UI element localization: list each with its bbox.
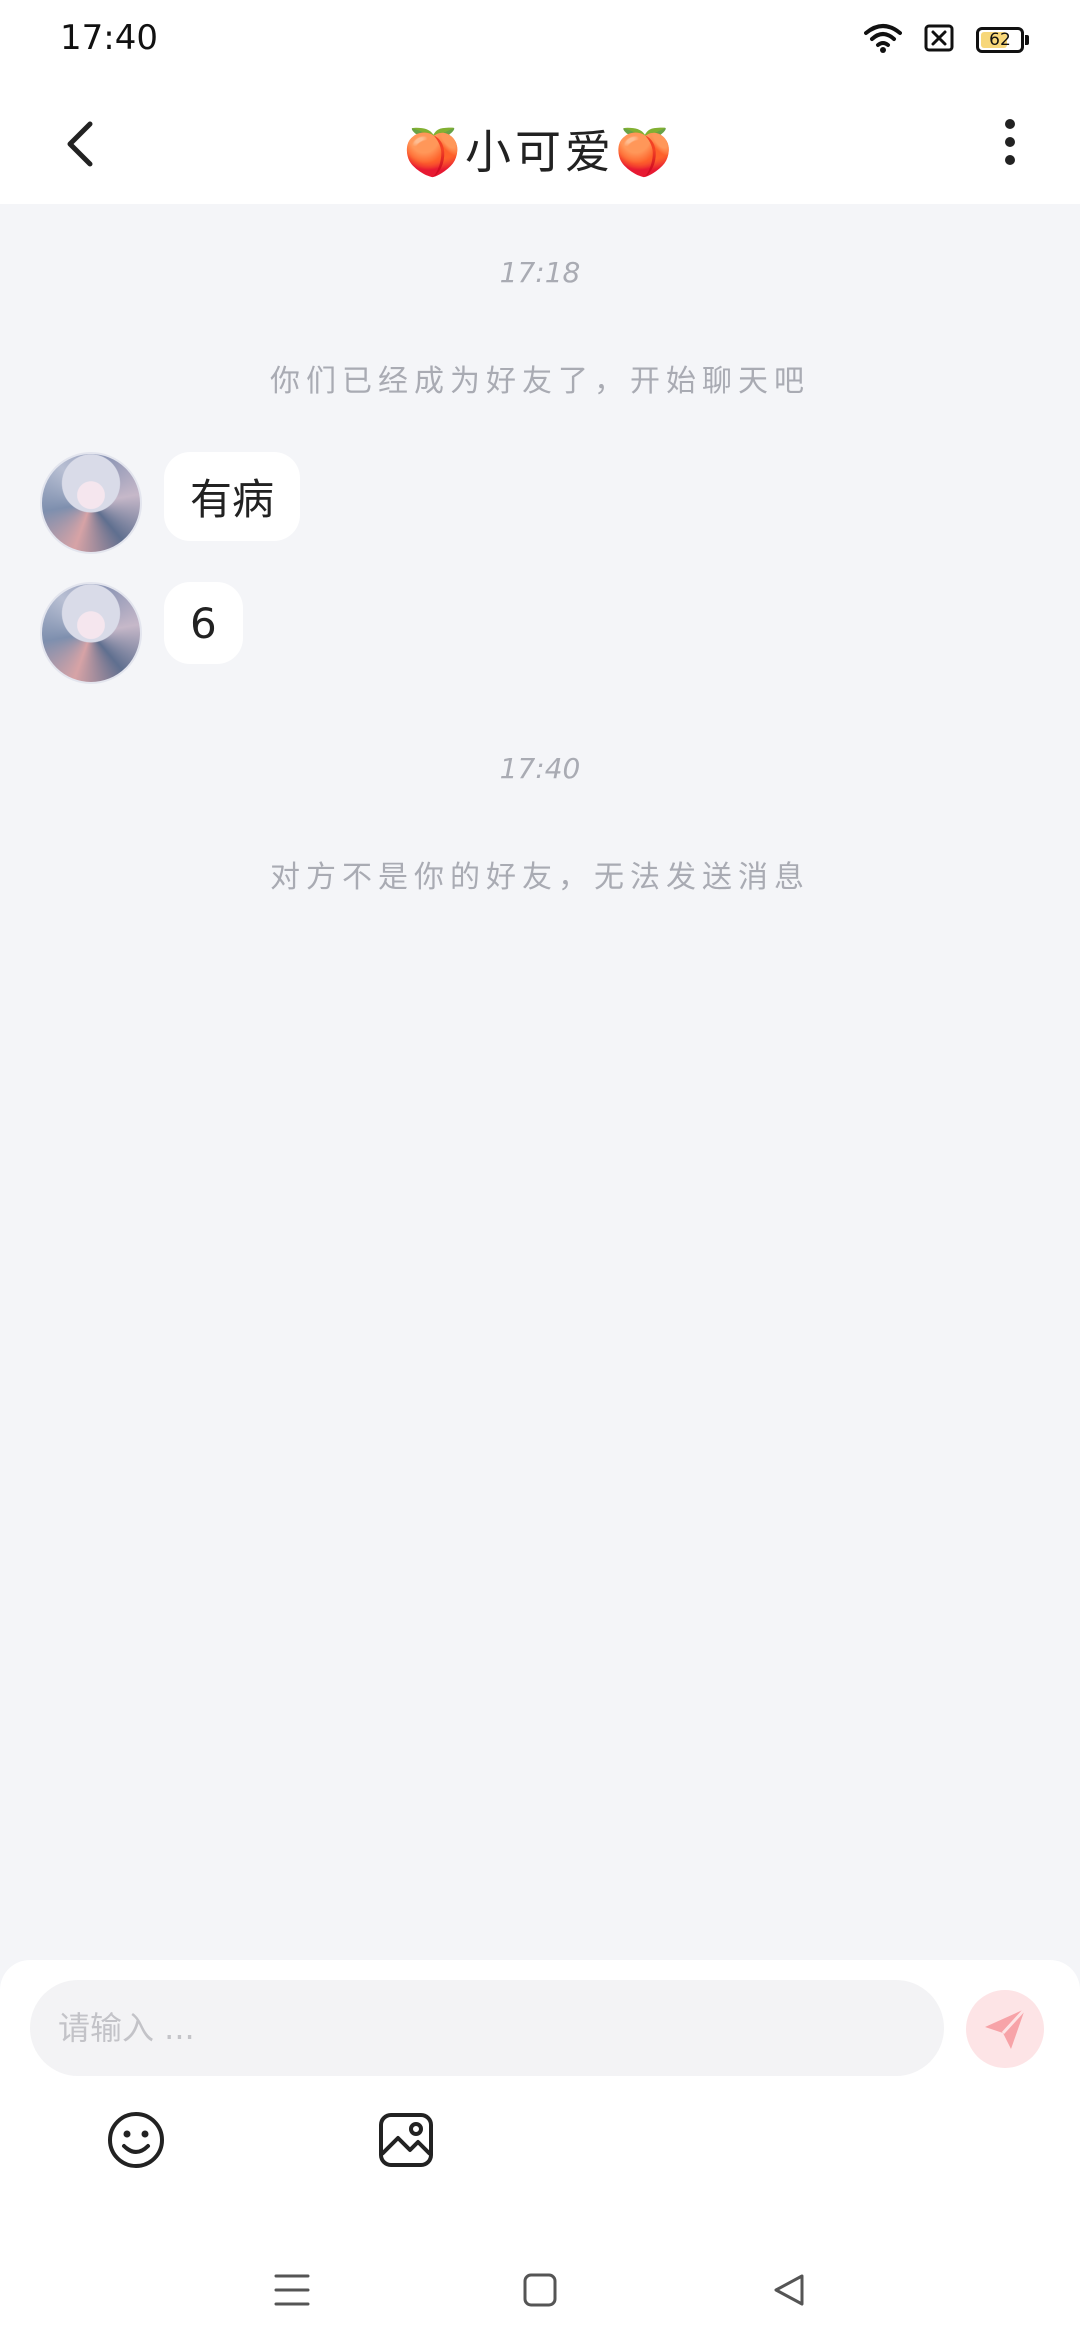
more-vertical-icon	[1005, 119, 1015, 129]
sim-off-icon	[924, 24, 954, 56]
message-bubble[interactable]: 有病	[164, 452, 301, 541]
chat-header: 🍑小可爱🍑	[0, 80, 1080, 204]
wifi-icon	[864, 23, 902, 57]
back-triangle-icon	[774, 2274, 804, 2306]
avatar[interactable]	[40, 582, 142, 684]
send-icon	[985, 2007, 1027, 2049]
system-message: 对方不是你的好友，无法发送消息	[270, 860, 810, 895]
chat-title: 🍑小可爱🍑	[403, 125, 677, 179]
status-icons: 62	[864, 22, 1029, 58]
message-row: 有病	[40, 452, 301, 554]
chat-message-list[interactable]: 17:18 你们已经成为好友了，开始聊天吧 有病 6 17:40 对方不是你的好…	[0, 204, 1080, 1960]
image-icon	[379, 2113, 433, 2167]
status-bar: 17:40 62	[0, 0, 1080, 80]
battery-level: 62	[989, 30, 1011, 50]
status-time: 17:40	[60, 18, 158, 58]
menu-key[interactable]	[268, 2266, 316, 2314]
back-key[interactable]	[764, 2266, 812, 2314]
system-message: 你们已经成为好友了，开始聊天吧	[270, 364, 810, 399]
system-nav-bar	[0, 2240, 1080, 2340]
timestamp: 17:18	[499, 256, 581, 289]
message-row: 6	[40, 582, 243, 684]
avatar[interactable]	[40, 452, 142, 554]
battery-icon: 62	[976, 27, 1029, 53]
home-icon	[523, 2273, 557, 2307]
more-options-button[interactable]	[980, 110, 1040, 174]
home-key[interactable]	[516, 2266, 564, 2314]
image-button[interactable]	[374, 2108, 438, 2172]
message-input[interactable]	[30, 1980, 944, 2076]
timestamp: 17:40	[499, 752, 581, 785]
menu-icon	[274, 2274, 310, 2306]
send-button[interactable]	[966, 1990, 1044, 2068]
emoji-button[interactable]	[104, 2108, 168, 2172]
emoji-icon	[108, 2112, 164, 2168]
message-bubble[interactable]: 6	[164, 582, 243, 664]
